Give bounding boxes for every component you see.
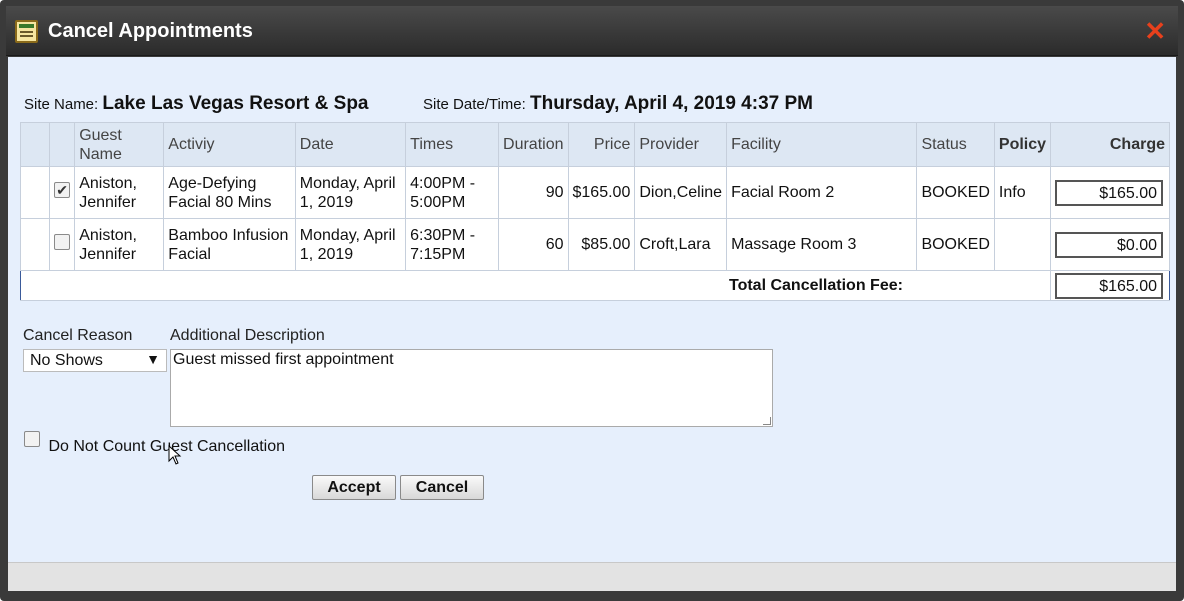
header-status[interactable]: Status <box>916 122 995 167</box>
row-select-cell <box>49 166 76 219</box>
header-provider[interactable]: Provider <box>634 122 728 167</box>
do-not-count-checkbox[interactable] <box>24 431 40 447</box>
cancel-reason-select[interactable]: No Shows ▼ <box>23 349 167 372</box>
total-row: Total Cancellation Fee: $165.00 <box>20 270 1170 301</box>
dropdown-arrow-icon: ▼ <box>146 351 160 367</box>
cancel-appointments-dialog: Cancel Appointments ✕ Site Name: Lake La… <box>0 0 1184 601</box>
activity-cell: Bamboo Infusion Facial <box>163 218 296 271</box>
site-datetime-value: Thursday, April 4, 2019 4:37 PM <box>529 93 813 114</box>
table-row: Aniston, Jennifer Bamboo Infusion Facial… <box>19 218 1170 271</box>
guest-cell: Aniston, Jennifer <box>74 166 165 219</box>
status-cell: BOOKED <box>916 218 995 271</box>
header-charge[interactable]: Charge <box>1050 122 1170 167</box>
status-cell: BOOKED <box>916 166 995 219</box>
site-name: Site Name: Lake Las Vegas Resort & Spa <box>24 93 369 115</box>
header-select <box>49 122 76 167</box>
site-name-label: Site Name: <box>24 96 99 113</box>
facility-cell: Massage Room 3 <box>726 218 918 271</box>
description-textarea[interactable]: Guest missed first appointment <box>170 349 773 427</box>
appointments-table: Guest Name Activiy Date Times Duration P… <box>19 122 1170 301</box>
do-not-count-option: Do Not Count Guest Cancellation <box>24 431 285 455</box>
facility-cell: Facial Room 2 <box>726 166 918 219</box>
accept-button[interactable]: Accept <box>312 475 396 500</box>
provider-cell: Dion,Celine <box>634 166 728 219</box>
header-guest-name[interactable]: Guest Name <box>74 122 165 167</box>
site-datetime-label: Site Date/Time: <box>423 96 526 113</box>
description-label: Additional Description <box>170 327 325 344</box>
row-select-checkbox[interactable] <box>54 234 71 250</box>
site-name-value: Lake Las Vegas Resort & Spa <box>102 93 369 114</box>
total-fee-label: Total Cancellation Fee: <box>20 270 917 301</box>
header-times[interactable]: Times <box>405 122 500 167</box>
header-duration[interactable]: Duration <box>498 122 569 167</box>
do-not-count-label[interactable]: Do Not Count Guest Cancellation <box>48 438 285 455</box>
row-select-cell <box>49 218 76 271</box>
charge-input[interactable]: $0.00 <box>1055 231 1164 258</box>
price-cell: $85.00 <box>567 218 636 271</box>
header-date[interactable]: Date <box>294 122 407 167</box>
dialog-content: Site Name: Lake Las Vegas Resort & Spa S… <box>8 57 1176 562</box>
resize-grip-icon[interactable] <box>763 417 771 425</box>
row-select-checkbox[interactable] <box>54 181 71 200</box>
mouse-cursor-icon <box>168 445 182 465</box>
charge-cell: $0.00 <box>1050 218 1170 271</box>
cancel-button[interactable]: Cancel <box>400 475 484 500</box>
header-facility[interactable]: Facility <box>726 122 918 167</box>
charge-input[interactable]: $165.00 <box>1055 179 1164 206</box>
site-datetime: Site Date/Time: Thursday, April 4, 2019 … <box>423 93 813 115</box>
description-value: Guest missed first appointment <box>173 351 394 368</box>
date-cell: Monday, April 1, 2019 <box>294 166 407 219</box>
date-cell: Monday, April 1, 2019 <box>294 218 407 271</box>
table-header-row: Guest Name Activiy Date Times Duration P… <box>19 122 1170 167</box>
row-spacer <box>19 166 51 219</box>
title-bar: Cancel Appointments ✕ <box>6 6 1178 56</box>
times-cell: 4:00PM - 5:00PM <box>405 166 500 219</box>
header-price[interactable]: Price <box>567 122 636 167</box>
charge-cell: $165.00 <box>1050 166 1170 219</box>
header-blank-1 <box>19 122 51 167</box>
calendar-list-icon <box>15 20 38 43</box>
cancel-reason-label: Cancel Reason <box>23 327 133 344</box>
table-row: Aniston, Jennifer Age-Defying Facial 80 … <box>19 166 1170 219</box>
times-cell: 6:30PM - 7:15PM <box>405 218 500 271</box>
policy-cell <box>993 218 1052 271</box>
price-cell: $165.00 <box>567 166 636 219</box>
total-spacer <box>916 270 1051 301</box>
dialog-footer <box>8 562 1176 591</box>
header-policy[interactable]: Policy <box>993 122 1052 167</box>
duration-cell: 90 <box>498 166 569 219</box>
guest-cell: Aniston, Jennifer <box>74 218 165 271</box>
cancel-reason-value: No Shows <box>30 352 103 369</box>
row-spacer <box>19 218 51 271</box>
total-fee-value: $165.00 <box>1055 272 1164 299</box>
duration-cell: 60 <box>498 218 569 271</box>
close-icon[interactable]: ✕ <box>1144 18 1166 44</box>
policy-info-link[interactable]: Info <box>993 166 1052 219</box>
total-fee-cell: $165.00 <box>1050 270 1170 301</box>
header-activity[interactable]: Activiy <box>163 122 296 167</box>
provider-cell: Croft,Lara <box>634 218 728 271</box>
dialog-title: Cancel Appointments <box>48 20 253 42</box>
activity-cell: Age-Defying Facial 80 Mins <box>163 166 296 219</box>
